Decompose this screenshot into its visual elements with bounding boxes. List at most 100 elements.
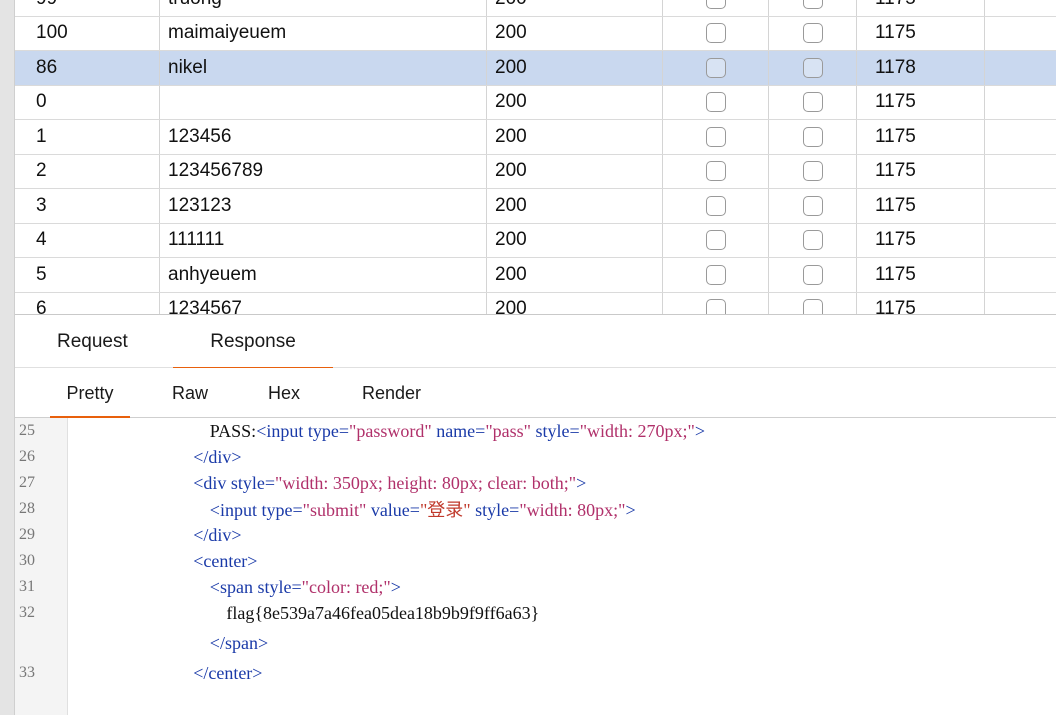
timeout-cell	[769, 51, 857, 85]
request-id-cell: 100	[15, 16, 160, 50]
code-token: style=	[470, 500, 520, 520]
table-row[interactable]: 6 1234567 200 1175	[15, 292, 1056, 314]
table-row[interactable]: 2 123456789 200 1175	[15, 154, 1056, 189]
payload-cell: 123123	[160, 189, 487, 223]
left-panel-edge	[0, 0, 15, 715]
request-id-cell: 6	[15, 292, 160, 314]
code-line: 32 flag{8e539a7a46fea05dea18b9b9f9ff6a63}	[15, 600, 1056, 626]
code-token: <div	[193, 472, 231, 493]
code-line: 28 <input type="submit" value="登录" style=…	[15, 496, 1056, 522]
timeout-checkbox	[802, 0, 823, 9]
table-row[interactable]: 99truong200 1175	[15, 0, 1056, 17]
error-checkbox	[705, 0, 726, 9]
timeout-cell	[769, 154, 857, 188]
payload-cell	[160, 85, 487, 119]
line-number: 27	[19, 474, 35, 491]
code-text: </center>	[193, 663, 262, 684]
code-token: <input	[256, 420, 308, 441]
code-token: "color: red;"	[301, 576, 391, 597]
error-cell	[663, 292, 769, 314]
comment-cell	[985, 51, 1056, 85]
length-cell: 1175	[857, 0, 985, 16]
code-token: "submit"	[302, 500, 367, 520]
table-row[interactable]: 0 200 1175	[15, 85, 1056, 120]
timeout-cell	[769, 189, 857, 223]
status-code-cell: 200	[487, 16, 663, 50]
code-token: style=	[531, 420, 580, 441]
code-token: value=	[366, 500, 420, 520]
table-row[interactable]: 86 nikel 200 1178	[15, 51, 1056, 86]
code-text: </div>	[193, 525, 241, 546]
timeout-checkbox	[802, 92, 823, 113]
timeout-checkbox	[802, 57, 823, 78]
payload-cell: anhyeuem	[160, 258, 487, 292]
code-token: name=	[431, 420, 486, 441]
line-number: 26	[19, 448, 35, 465]
code-text: <center>	[193, 551, 257, 572]
length-cell: 1178	[857, 51, 985, 85]
request-id-cell: 2	[15, 154, 160, 188]
error-cell	[663, 154, 769, 188]
length-cell: 1175	[857, 154, 985, 188]
error-checkbox	[705, 230, 726, 251]
code-line: 33 </center>	[15, 660, 1056, 686]
table-row[interactable]: 4 111111 200 1175	[15, 223, 1056, 258]
code-token: "width: 350px; height: 80px; clear: both…	[275, 472, 577, 493]
payload-cell: 123456789	[160, 154, 487, 188]
code-token: >	[625, 500, 636, 520]
results-rows: 99truong2001175100maimaiyeuem200117586ni…	[15, 0, 1056, 314]
code-text: <div style="width: 350px; height: 80px; …	[193, 473, 586, 494]
status-code-cell: 200	[487, 258, 663, 292]
code-text: </span>	[210, 633, 268, 654]
tab-hex[interactable]: Hex	[268, 368, 300, 418]
error-cell	[663, 223, 769, 257]
tab-pretty[interactable]: Pretty	[50, 368, 130, 419]
response-code-view[interactable]: 25 PASS:<input type="password" name="pass…	[15, 418, 1056, 715]
timeout-checkbox	[802, 264, 823, 285]
code-token: </center>	[193, 662, 263, 683]
request-id-cell: 3	[15, 189, 160, 223]
line-number: 28	[19, 500, 35, 517]
timeout-checkbox	[802, 230, 823, 251]
tab-render[interactable]: Render	[362, 368, 421, 418]
tab-response[interactable]: Response	[173, 315, 333, 370]
length-cell: 1175	[857, 16, 985, 50]
comment-cell	[985, 120, 1056, 154]
table-row[interactable]: 1 123456 200 1175	[15, 120, 1056, 155]
code-token: >	[576, 472, 587, 493]
request-id-cell: 99	[15, 0, 160, 16]
table-row[interactable]: 3 123123 200 1175	[15, 189, 1056, 224]
code-line: 30 <center>	[15, 548, 1056, 574]
tab-raw[interactable]: Raw	[172, 368, 208, 418]
timeout-checkbox	[802, 23, 823, 44]
timeout-cell	[769, 0, 857, 16]
error-checkbox	[705, 57, 726, 78]
error-checkbox	[705, 161, 726, 182]
line-number: 30	[19, 552, 35, 569]
status-code-cell: 200	[487, 292, 663, 314]
timeout-cell	[769, 223, 857, 257]
request-id-cell: 0	[15, 85, 160, 119]
error-cell	[663, 85, 769, 119]
status-code-cell: 200	[487, 189, 663, 223]
code-token: "password"	[349, 420, 432, 441]
timeout-checkbox	[802, 161, 823, 182]
error-cell	[663, 51, 769, 85]
timeout-checkbox	[802, 126, 823, 147]
code-token: </div>	[193, 446, 242, 467]
table-row[interactable]: 100 maimaiyeuem 200 1175	[15, 16, 1056, 51]
status-code-cell: 200	[487, 0, 663, 16]
view-tabs: Pretty Raw Hex Render	[15, 368, 1056, 419]
table-row[interactable]: 5 anhyeuem 200 1175	[15, 258, 1056, 293]
error-checkbox	[705, 299, 726, 314]
code-text: </div>	[193, 447, 241, 468]
code-line: 27 <div style="width: 350px; height: 80px…	[15, 470, 1056, 496]
tab-request[interactable]: Request	[57, 315, 128, 369]
length-cell: 1175	[857, 223, 985, 257]
code-line: 31 <span style="color: red;">	[15, 574, 1056, 600]
length-cell: 1175	[857, 85, 985, 119]
results-table[interactable]: 99truong2001175100maimaiyeuem200117586ni…	[15, 0, 1056, 314]
comment-cell	[985, 155, 1056, 189]
timeout-checkbox	[802, 195, 823, 216]
code-token: >	[694, 420, 706, 441]
